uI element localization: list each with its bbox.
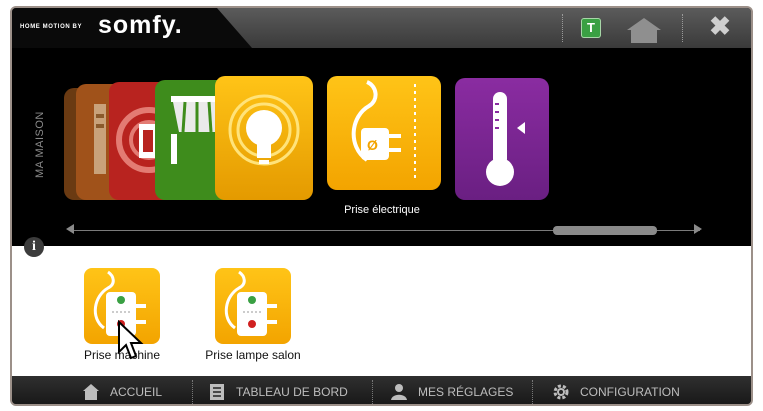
home-icon[interactable] xyxy=(625,16,663,44)
brand-logo: HOME MOTION BY somfy. xyxy=(12,8,252,48)
brand-tagline: HOME MOTION BY xyxy=(20,24,83,30)
bottom-nav: ACCUEIL TABLEAU DE BORD MES RÉGLAGES CON… xyxy=(12,376,751,404)
divider xyxy=(562,14,563,42)
scroll-right-arrow[interactable] xyxy=(694,224,702,234)
plug-device-icon[interactable] xyxy=(215,268,291,344)
plug-icon: Ø xyxy=(351,80,416,182)
divider xyxy=(682,14,683,42)
scroll-left-arrow[interactable] xyxy=(66,224,74,234)
top-bar: HOME MOTION BY somfy. T ✖ xyxy=(12,8,751,48)
card-plug-selected[interactable]: Ø xyxy=(327,76,441,190)
device-label: Prise lampe salon xyxy=(205,348,301,362)
nav-label: ACCUEIL xyxy=(110,385,163,399)
section-label: MA MAISON xyxy=(34,111,46,178)
nav-configuration[interactable]: CONFIGURATION xyxy=(552,376,680,404)
lightbulb-icon xyxy=(228,94,300,166)
scroll-thumb[interactable] xyxy=(553,226,657,235)
divider xyxy=(372,380,373,404)
nav-tableau-de-bord[interactable]: TABLEAU DE BORD xyxy=(208,376,348,404)
close-button[interactable]: ✖ xyxy=(705,11,735,41)
info-icon[interactable]: i xyxy=(24,237,44,257)
dashboard-icon xyxy=(210,384,224,400)
selected-category-label: Prise électrique xyxy=(344,204,420,216)
nav-accueil[interactable]: ACCUEIL xyxy=(82,376,163,404)
user-icon xyxy=(391,384,407,400)
carousel: MA MAISON Ø Prise électrique xyxy=(12,48,751,246)
nav-label: TABLEAU DE BORD xyxy=(236,385,348,399)
thermometer-icon xyxy=(486,92,525,186)
nav-mes-reglages[interactable]: MES RÉGLAGES xyxy=(390,376,514,404)
svg-text:Ø: Ø xyxy=(367,137,378,153)
nav-label: MES RÉGLAGES xyxy=(418,385,514,399)
divider xyxy=(192,380,193,404)
brand-name: somfy. xyxy=(98,11,183,39)
divider xyxy=(532,380,533,404)
gear-icon xyxy=(553,384,569,400)
card-thermostat[interactable] xyxy=(455,78,549,200)
home-icon xyxy=(83,384,99,400)
nav-label: CONFIGURATION xyxy=(580,385,680,399)
t-badge-button[interactable]: T xyxy=(581,18,601,38)
card-lighting[interactable] xyxy=(215,76,313,200)
mouse-cursor-icon xyxy=(118,320,144,360)
